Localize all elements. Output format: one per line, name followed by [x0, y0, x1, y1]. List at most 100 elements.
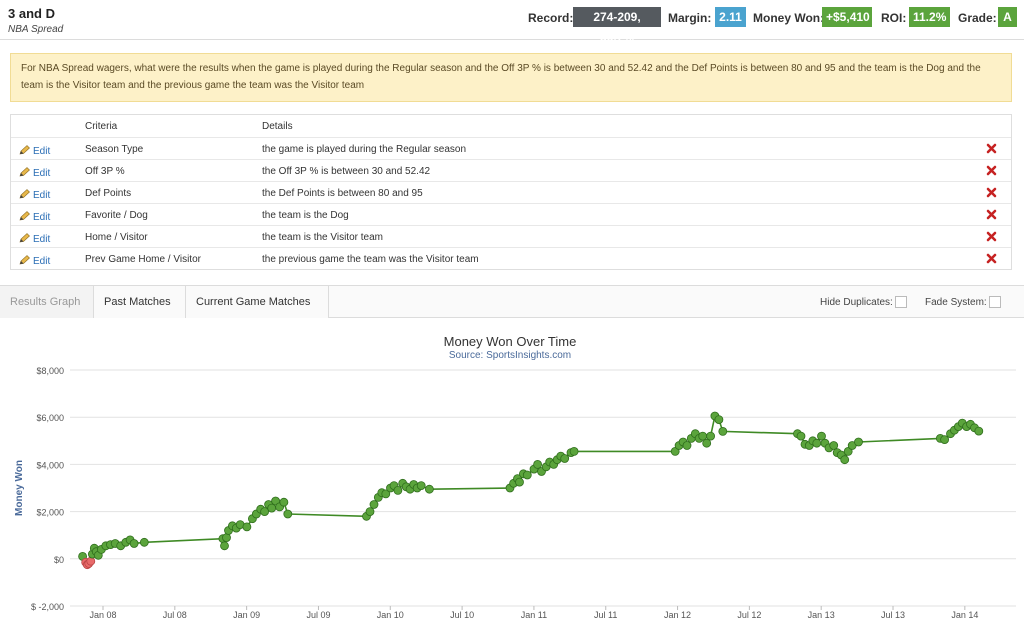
- delete-icon[interactable]: [986, 165, 997, 176]
- chart-x-tick-label: Jan 11: [521, 610, 547, 620]
- chart-x-tick-label: Jan 09: [233, 610, 260, 620]
- chart-data-point: [522, 470, 532, 480]
- tab-current-game-matches[interactable]: Current Game Matches: [186, 286, 329, 318]
- record-badge: 274-209, 56.7%: [573, 7, 661, 44]
- money-won-chart-svg: Money Won Over Time Source: SportsInsigh…: [14, 334, 1016, 620]
- money-won-badge: +$5,410: [822, 7, 872, 27]
- record-label: Record:: [528, 11, 574, 25]
- criteria-row: Edit Favorite / Dog the team is the Dog: [11, 203, 1011, 225]
- chart-data-point: [129, 539, 139, 548]
- pencil-icon: [19, 189, 30, 199]
- money-won-chart: Money Won Over Time Source: SportsInsigh…: [0, 320, 1024, 622]
- chart-data-point: [974, 426, 984, 436]
- chart-data-point: [393, 485, 403, 495]
- system-subtitle: NBA Spread: [8, 24, 64, 35]
- criteria-column-header: Criteria: [85, 121, 118, 132]
- fade-system-label: Fade System:: [925, 297, 987, 308]
- chart-title: Money Won Over Time: [444, 334, 577, 349]
- chart-data-point: [698, 431, 708, 441]
- chart-x-tick-label: Jul 12: [737, 610, 761, 620]
- chart-y-tick-label: $2,000: [36, 508, 64, 518]
- chart-x-tick-label: Jan 14: [951, 610, 978, 620]
- criteria-name: Home / Visitor: [85, 232, 148, 243]
- details-column-header: Details: [262, 121, 293, 132]
- edit-link[interactable]: Edit: [19, 254, 50, 267]
- chart-data-point: [267, 503, 277, 513]
- chart-data-point: [424, 484, 434, 494]
- chart-data-point: [812, 438, 822, 448]
- chart-x-tick-label: Jan 13: [808, 610, 835, 620]
- edit-link[interactable]: Edit: [19, 232, 50, 245]
- delete-icon[interactable]: [986, 253, 997, 264]
- criteria-name: Def Points: [85, 188, 132, 199]
- edit-link[interactable]: Edit: [19, 144, 50, 157]
- chart-data-point: [279, 497, 289, 507]
- criteria-details: the team is the Visitor team: [262, 232, 383, 243]
- chart-x-tick-label: Jul 08: [163, 610, 187, 620]
- criteria-row: Edit Def Points the Def Points is between …: [11, 181, 1011, 203]
- chart-y-axis-label: Money Won: [14, 460, 25, 516]
- chart-x-tick-label: Jan 10: [377, 610, 404, 620]
- chart-series-line: [81, 414, 980, 566]
- edit-link[interactable]: Edit: [19, 210, 50, 223]
- chart-data-point: [706, 431, 715, 441]
- criteria-details: the Off 3P % is between 30 and 52.42: [262, 166, 431, 177]
- edit-link[interactable]: Edit: [19, 188, 50, 201]
- pencil-icon: [19, 233, 30, 243]
- margin-badge: 2.11: [715, 7, 746, 27]
- criteria-details: the previous game the team was the Visit…: [262, 254, 479, 265]
- criteria-row: Edit Prev Game Home / Visitor the previous…: [11, 247, 1011, 269]
- criteria-name: Favorite / Dog: [85, 210, 148, 221]
- chart-x-tick-label: Jul 11: [594, 610, 617, 620]
- edit-link[interactable]: Edit: [19, 166, 50, 179]
- chart-x-tick-label: Jan 12: [664, 610, 691, 620]
- system-title: 3 and D: [8, 6, 55, 21]
- chart-data-point: [702, 438, 712, 448]
- criteria-row: Edit Off 3P % the Off 3P % is between 30 a…: [11, 159, 1011, 181]
- roi-badge: 11.2%: [909, 7, 950, 27]
- criteria-name: Off 3P %: [85, 166, 125, 177]
- pencil-icon: [19, 211, 30, 221]
- delete-icon[interactable]: [986, 143, 997, 154]
- margin-label: Margin:: [668, 11, 712, 25]
- tab-results-graph[interactable]: Results Graph: [0, 286, 94, 318]
- criteria-details: the team is the Dog: [262, 210, 349, 221]
- delete-icon[interactable]: [986, 187, 997, 198]
- delete-icon[interactable]: [986, 209, 997, 220]
- pencil-icon: [19, 167, 30, 177]
- chart-data-point: [840, 455, 850, 465]
- grade-badge: A: [998, 7, 1017, 27]
- chart-data-point: [369, 500, 379, 509]
- chart-data-point: [714, 415, 724, 424]
- criteria-row: Edit Season Type the game is played during…: [11, 137, 1011, 159]
- chart-y-tick-label: $ -2,000: [31, 602, 64, 612]
- chart-data-point: [220, 541, 229, 551]
- chart-y-tick-label: $4,000: [36, 460, 64, 470]
- chart-data-point: [682, 441, 692, 450]
- delete-icon[interactable]: [986, 231, 997, 242]
- chart-data-point: [242, 522, 252, 532]
- chart-data-point: [139, 537, 149, 547]
- hide-duplicates-checkbox[interactable]: [895, 296, 907, 308]
- chart-y-tick-label: $8,000: [36, 366, 64, 376]
- system-description-banner: For NBA Spread wagers, what were the res…: [10, 53, 1012, 102]
- chart-data-point: [515, 477, 524, 487]
- chart-x-tick-label: Jul 13: [881, 610, 905, 620]
- chart-x-tick-label: Jan 08: [89, 610, 116, 620]
- chart-x-tick-label: Jul 09: [306, 610, 330, 620]
- pencil-icon: [19, 255, 30, 265]
- fade-system-checkbox[interactable]: [989, 296, 1001, 308]
- chart-y-tick-label: $6,000: [36, 413, 64, 423]
- chart-data-point: [533, 459, 542, 469]
- roi-label: ROI:: [881, 11, 907, 25]
- chart-y-tick-label: $0: [54, 555, 64, 565]
- chart-x-tick-label: Jul 10: [450, 610, 474, 620]
- pencil-icon: [19, 145, 30, 155]
- criteria-name: Season Type: [85, 144, 144, 155]
- chart-data-point: [86, 556, 96, 566]
- system-header: 3 and D NBA Spread Record: 274-209, 56.7…: [0, 0, 1024, 44]
- tab-past-matches[interactable]: Past Matches: [94, 286, 186, 318]
- chart-data-point: [854, 437, 863, 447]
- chart-data-point: [560, 454, 570, 463]
- hide-duplicates-label: Hide Duplicates:: [820, 297, 893, 308]
